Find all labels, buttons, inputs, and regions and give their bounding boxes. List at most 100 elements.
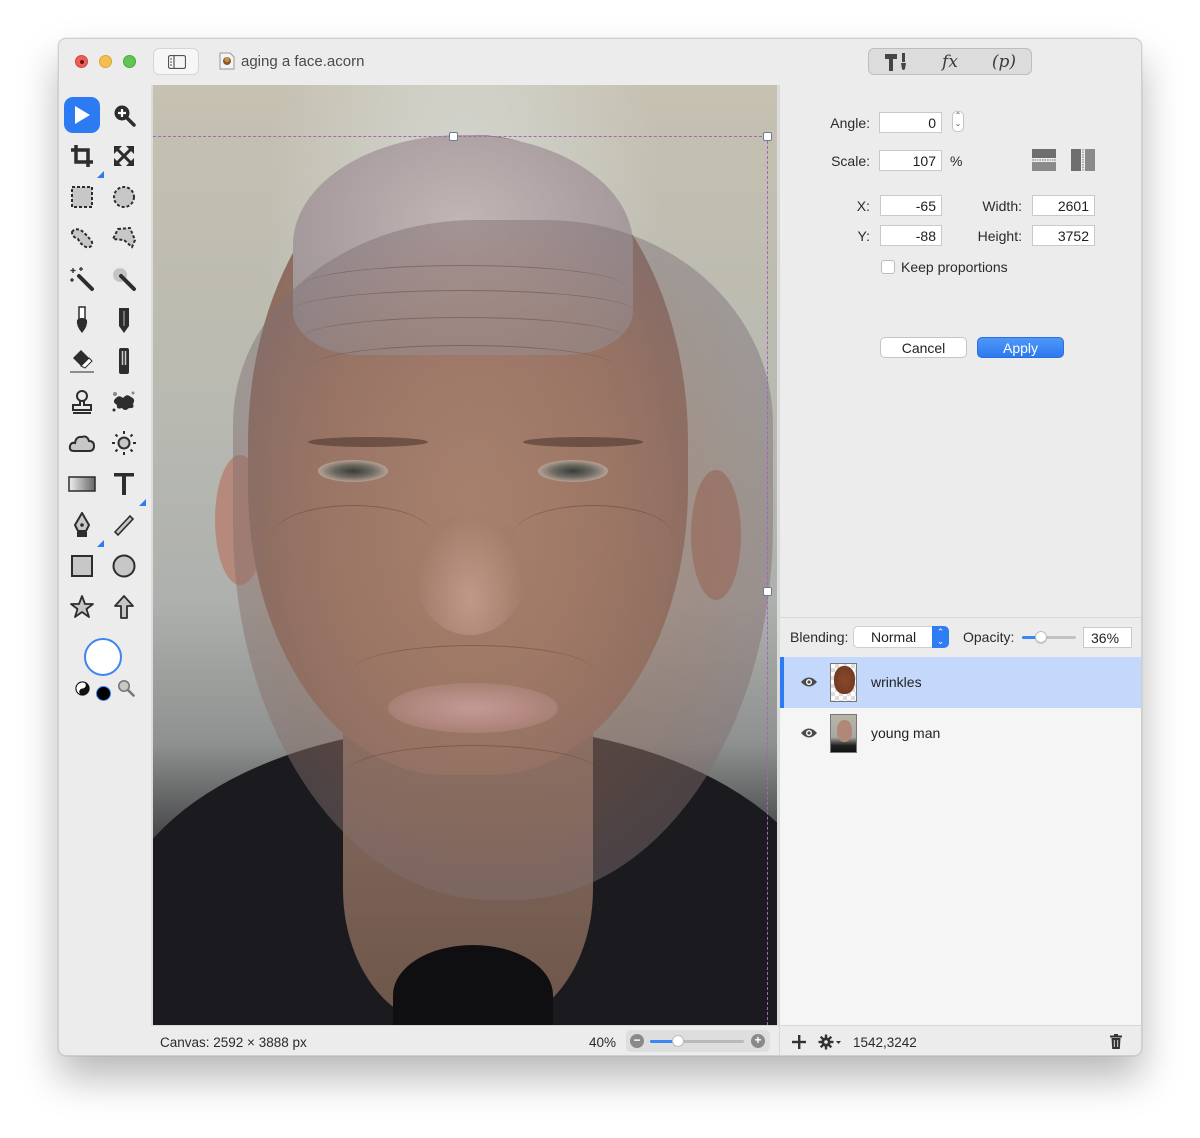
image-canvas[interactable] [153,85,777,1025]
keep-proportions-checkbox[interactable] [881,260,895,274]
clone-stamp-tool[interactable] [64,384,100,420]
zoom-in-icon [114,105,136,127]
scale-label: Scale: [831,153,870,169]
transform-tool[interactable] [106,138,142,174]
angle-field[interactable]: 0 [879,112,942,133]
zoom-slider[interactable] [650,1035,744,1047]
opacity-slider[interactable] [1022,631,1076,643]
canvas-view[interactable] [151,85,779,1025]
filters-segment[interactable]: fx [923,49,977,74]
rect-marquee-icon [71,186,93,208]
zoom-out-button[interactable]: − [630,1034,644,1048]
magic-wand-tool[interactable] [64,261,100,297]
blending-label: Blending: [790,629,849,645]
transform-handle-top[interactable] [449,132,458,141]
zoom-in-button[interactable]: + [751,1034,765,1048]
instant-alpha-tool[interactable] [106,261,142,297]
oval-tool[interactable] [106,548,142,584]
cheek-wrinkle [273,505,433,566]
zoom-window-button[interactable] [123,55,136,68]
canvas-size-text: Canvas: 2592 × 3888 px [160,1035,307,1050]
layer-row-wrinkles[interactable]: wrinkles [780,657,1141,708]
cloud-icon [68,435,96,452]
title-bar: aging a face.acorn fx (p) [59,39,1141,85]
add-layer-icon[interactable] [792,1035,806,1049]
angle-label: Angle: [830,115,870,131]
visibility-eye-icon[interactable] [800,727,818,739]
arrow-tool[interactable] [106,589,142,625]
eraser-tool[interactable] [64,343,100,379]
magic-wand-icon [70,267,94,291]
splatter-icon [112,391,135,412]
polygon-lasso-icon [111,226,137,249]
layers-toolbar: Blending: Normal ⌃ ⌄ Opacity: 36% [779,617,1141,657]
dodge-tool[interactable] [106,425,142,461]
brow-left [308,437,428,447]
gear-menu-icon[interactable] [818,1034,842,1050]
sidebar-toggle-button[interactable] [153,48,199,75]
height-field[interactable]: 3752 [1032,225,1095,246]
gradient-icon [68,476,96,492]
star-icon [70,595,94,618]
rectangle-tool[interactable] [64,548,100,584]
zoom-slider-knob[interactable] [672,1035,685,1047]
flip-vertical-icon[interactable] [1032,149,1056,171]
zoom-tool[interactable] [106,97,142,133]
pen-tool[interactable] [64,507,104,547]
fill-color-well[interactable] [84,638,122,676]
pencil-tool[interactable] [106,302,142,338]
smudge-tool[interactable] [106,343,142,379]
select-arrows-icon: ⌃ ⌄ [932,626,949,648]
swap-colors-icon[interactable] [75,681,90,696]
polygon-lasso-tool[interactable] [106,220,142,256]
transform-handle-top-right[interactable] [763,132,772,141]
y-field[interactable]: -88 [880,225,942,246]
layer-name: young man [871,725,941,741]
eye-right [538,460,608,482]
layer-row-young-man[interactable]: young man [780,708,1141,759]
crop-tool[interactable] [64,138,104,178]
submenu-indicator [97,171,104,178]
close-window-button[interactable] [75,55,88,68]
transform-inspector: Angle: 0 ⌃ ⌄ Scale: 107 % X: -65 Width: 2… [779,85,1141,617]
lasso-tool[interactable] [64,220,100,256]
angle-stepper[interactable]: ⌃ ⌄ [952,111,964,132]
brush-tool[interactable] [64,302,100,338]
burn-tool[interactable] [106,384,142,420]
scale-field[interactable]: 107 [879,150,942,171]
trash-icon[interactable] [1110,1034,1122,1049]
properties-segment[interactable]: (p) [977,49,1031,74]
line-tool[interactable] [106,507,142,543]
x-field[interactable]: -65 [880,195,942,216]
ellipse-select-tool[interactable] [106,179,142,215]
text-icon [114,473,134,495]
brush-icon [76,306,88,333]
color-picker-loupe-icon[interactable] [117,679,135,697]
star-tool[interactable] [64,589,100,625]
stroke-color-well[interactable] [96,686,111,701]
crop-icon [71,145,93,167]
apply-button[interactable]: Apply [977,337,1064,358]
cursor-coordinates: 1542,3242 [853,1035,917,1050]
blending-mode-select[interactable]: Normal ⌃ ⌄ [853,626,949,648]
transform-handle-right[interactable] [763,587,772,596]
flip-horizontal-icon[interactable] [1071,149,1095,171]
width-field[interactable]: 2601 [1032,195,1095,216]
arrow-pointer-icon [75,106,90,124]
width-label: Width: [982,198,1022,214]
text-tool[interactable] [106,466,146,506]
opacity-slider-knob[interactable] [1035,631,1048,643]
tools-segment[interactable] [869,49,923,74]
pen-nib-icon [73,512,91,537]
select-tool[interactable] [64,97,100,133]
rect-select-tool[interactable] [64,179,100,215]
opacity-field[interactable]: 36% [1083,627,1132,648]
gradient-tool[interactable] [64,466,100,502]
ellipse-marquee-icon [113,186,135,208]
shape-cloud-tool[interactable] [64,425,100,461]
cancel-button[interactable]: Cancel [880,337,967,358]
sun-icon [112,431,136,455]
minimize-window-button[interactable] [99,55,112,68]
visibility-eye-icon[interactable] [800,676,818,688]
inspector-segmented-control: fx (p) [868,48,1032,75]
